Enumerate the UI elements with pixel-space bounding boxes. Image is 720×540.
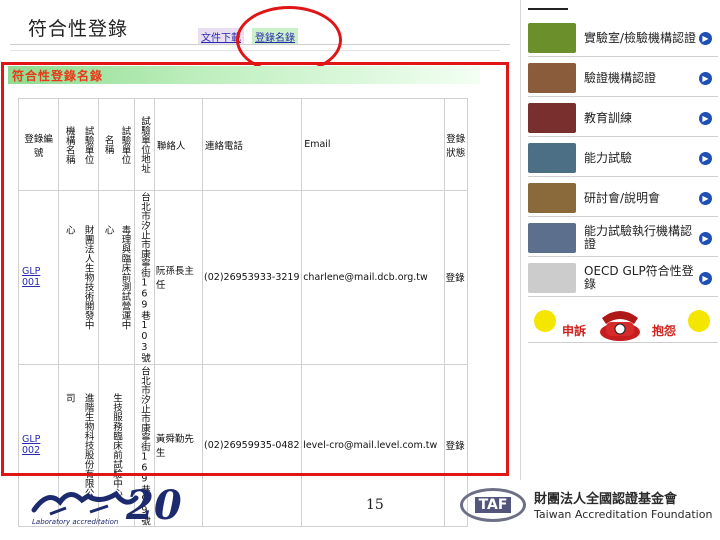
taf-chinese-name: 財團法人全國認證基金會 — [534, 492, 678, 507]
highlight-box — [1, 62, 509, 476]
sidebar-item[interactable]: 研討會/說明會 ▶ — [528, 180, 718, 217]
arrow-right-icon[interactable]: ▶ — [699, 111, 712, 125]
sidebar-thumbnail — [528, 223, 576, 253]
complaint-left-label: 申訴 — [562, 324, 587, 338]
sidebar-item[interactable]: 教育訓練 ▶ — [528, 100, 718, 137]
sidebar-item-label: 能力試驗 — [584, 150, 633, 165]
left-logo-caption: Laboratory accreditation — [32, 518, 119, 526]
arrow-right-icon[interactable]: ▶ — [699, 191, 712, 205]
arrow-right-icon[interactable]: ▶ — [699, 231, 712, 245]
sidebar-item-label: 教育訓練 — [584, 110, 633, 125]
telephone-icon — [600, 311, 640, 341]
arrow-right-icon[interactable]: ▶ — [699, 71, 712, 85]
page-number: 15 — [366, 497, 384, 513]
left-logo-number: 20 — [126, 482, 182, 529]
sidebar-item[interactable]: 實驗室/檢驗機構認證 ▶ — [528, 20, 718, 57]
sidebar-thumbnail — [528, 23, 576, 53]
sidebar-thumbnail — [528, 183, 576, 213]
sidebar-item[interactable]: 驗證機構認證 ▶ — [528, 60, 718, 97]
complaint-right-label: 抱怨 — [652, 324, 677, 338]
arrow-right-icon[interactable]: ▶ — [699, 31, 712, 45]
sidebar-item-label: 驗證機構認證 — [584, 70, 657, 85]
sidebar-thumbnail — [528, 143, 576, 173]
sidebar-item-label: 研討會/說明會 — [584, 190, 661, 205]
main-page: 符合性登錄 文件下載 登錄名錄 符合性登錄名錄 登錄編號 試驗單位 機構名稱 試驗… — [0, 0, 521, 527]
taf-mark-icon: TAF — [460, 488, 526, 522]
yellow-dot-icon — [534, 310, 556, 332]
sidebar-thumbnail — [528, 103, 576, 133]
arrow-right-icon[interactable]: ▶ — [699, 271, 712, 285]
sidebar-item[interactable]: 能力試驗執行機構認證 ▶ — [528, 220, 718, 257]
arrow-right-icon[interactable]: ▶ — [699, 151, 712, 165]
taf-logo: TAF 財團法人全國認證基金會 Taiwan Accreditation Fou… — [460, 486, 713, 526]
page-title: 符合性登錄 — [28, 18, 129, 40]
yellow-dot-icon — [688, 310, 710, 332]
lab-accreditation-logo: Laboratory accreditation 20 — [30, 482, 200, 530]
sidebar-top-rule — [528, 8, 568, 10]
taf-english-name: Taiwan Accreditation Foundation — [534, 508, 713, 521]
sidebar-item[interactable]: 能力試驗 ▶ — [528, 140, 718, 177]
sidebar-item-label: 實驗室/檢驗機構認證 — [584, 30, 697, 45]
sidebar-item-label: OECD GLP符合性登錄 — [584, 264, 694, 291]
sidebar-thumbnail — [528, 263, 576, 293]
sidebar-thumbnail — [528, 63, 576, 93]
sidebar-item-label: 能力試驗執行機構認證 — [584, 224, 693, 251]
complaint-banner[interactable]: 申訴 抱怨 — [528, 302, 718, 343]
sidebar-item[interactable]: OECD GLP符合性登錄 ▶ — [528, 260, 718, 297]
